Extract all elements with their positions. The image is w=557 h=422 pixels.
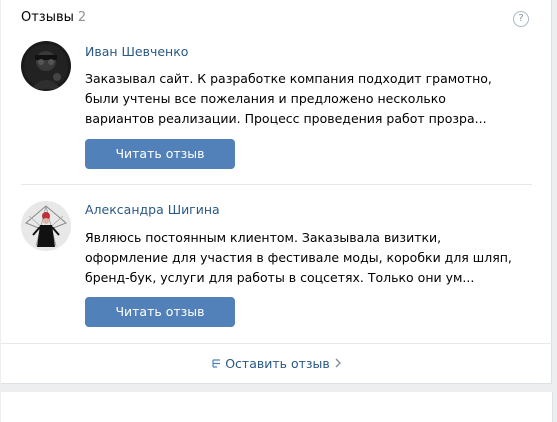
- avatar[interactable]: [21, 41, 71, 91]
- review-author[interactable]: Александра Шигина: [85, 202, 220, 218]
- help-icon[interactable]: ?: [513, 11, 529, 27]
- leave-review-link[interactable]: Оставить отзыв: [1, 344, 552, 384]
- review-text: Являюсь постоянным клиентом. Заказывала …: [85, 230, 512, 285]
- reviews-title[interactable]: Отзывы: [21, 10, 74, 25]
- read-review-button[interactable]: Читать отзыв: [85, 297, 235, 327]
- chevron-right-icon: [335, 344, 341, 384]
- read-review-button[interactable]: Читать отзыв: [85, 139, 235, 169]
- review-text: Заказывал сайт. К разработке компания по…: [85, 71, 492, 126]
- avatar[interactable]: [21, 201, 71, 251]
- review-icon: [212, 344, 221, 384]
- reviews-count: 2: [77, 10, 87, 25]
- review-author[interactable]: Иван Шевченко: [85, 44, 188, 60]
- leave-review-label: Оставить отзыв: [225, 356, 330, 371]
- reviews-card: Отзывы 2 ? Иван Шевченко Заказывал сайт. …: [1, 0, 552, 384]
- divider: [21, 184, 532, 185]
- reviews-header: Отзывы 2: [21, 8, 86, 28]
- next-card: [1, 392, 553, 422]
